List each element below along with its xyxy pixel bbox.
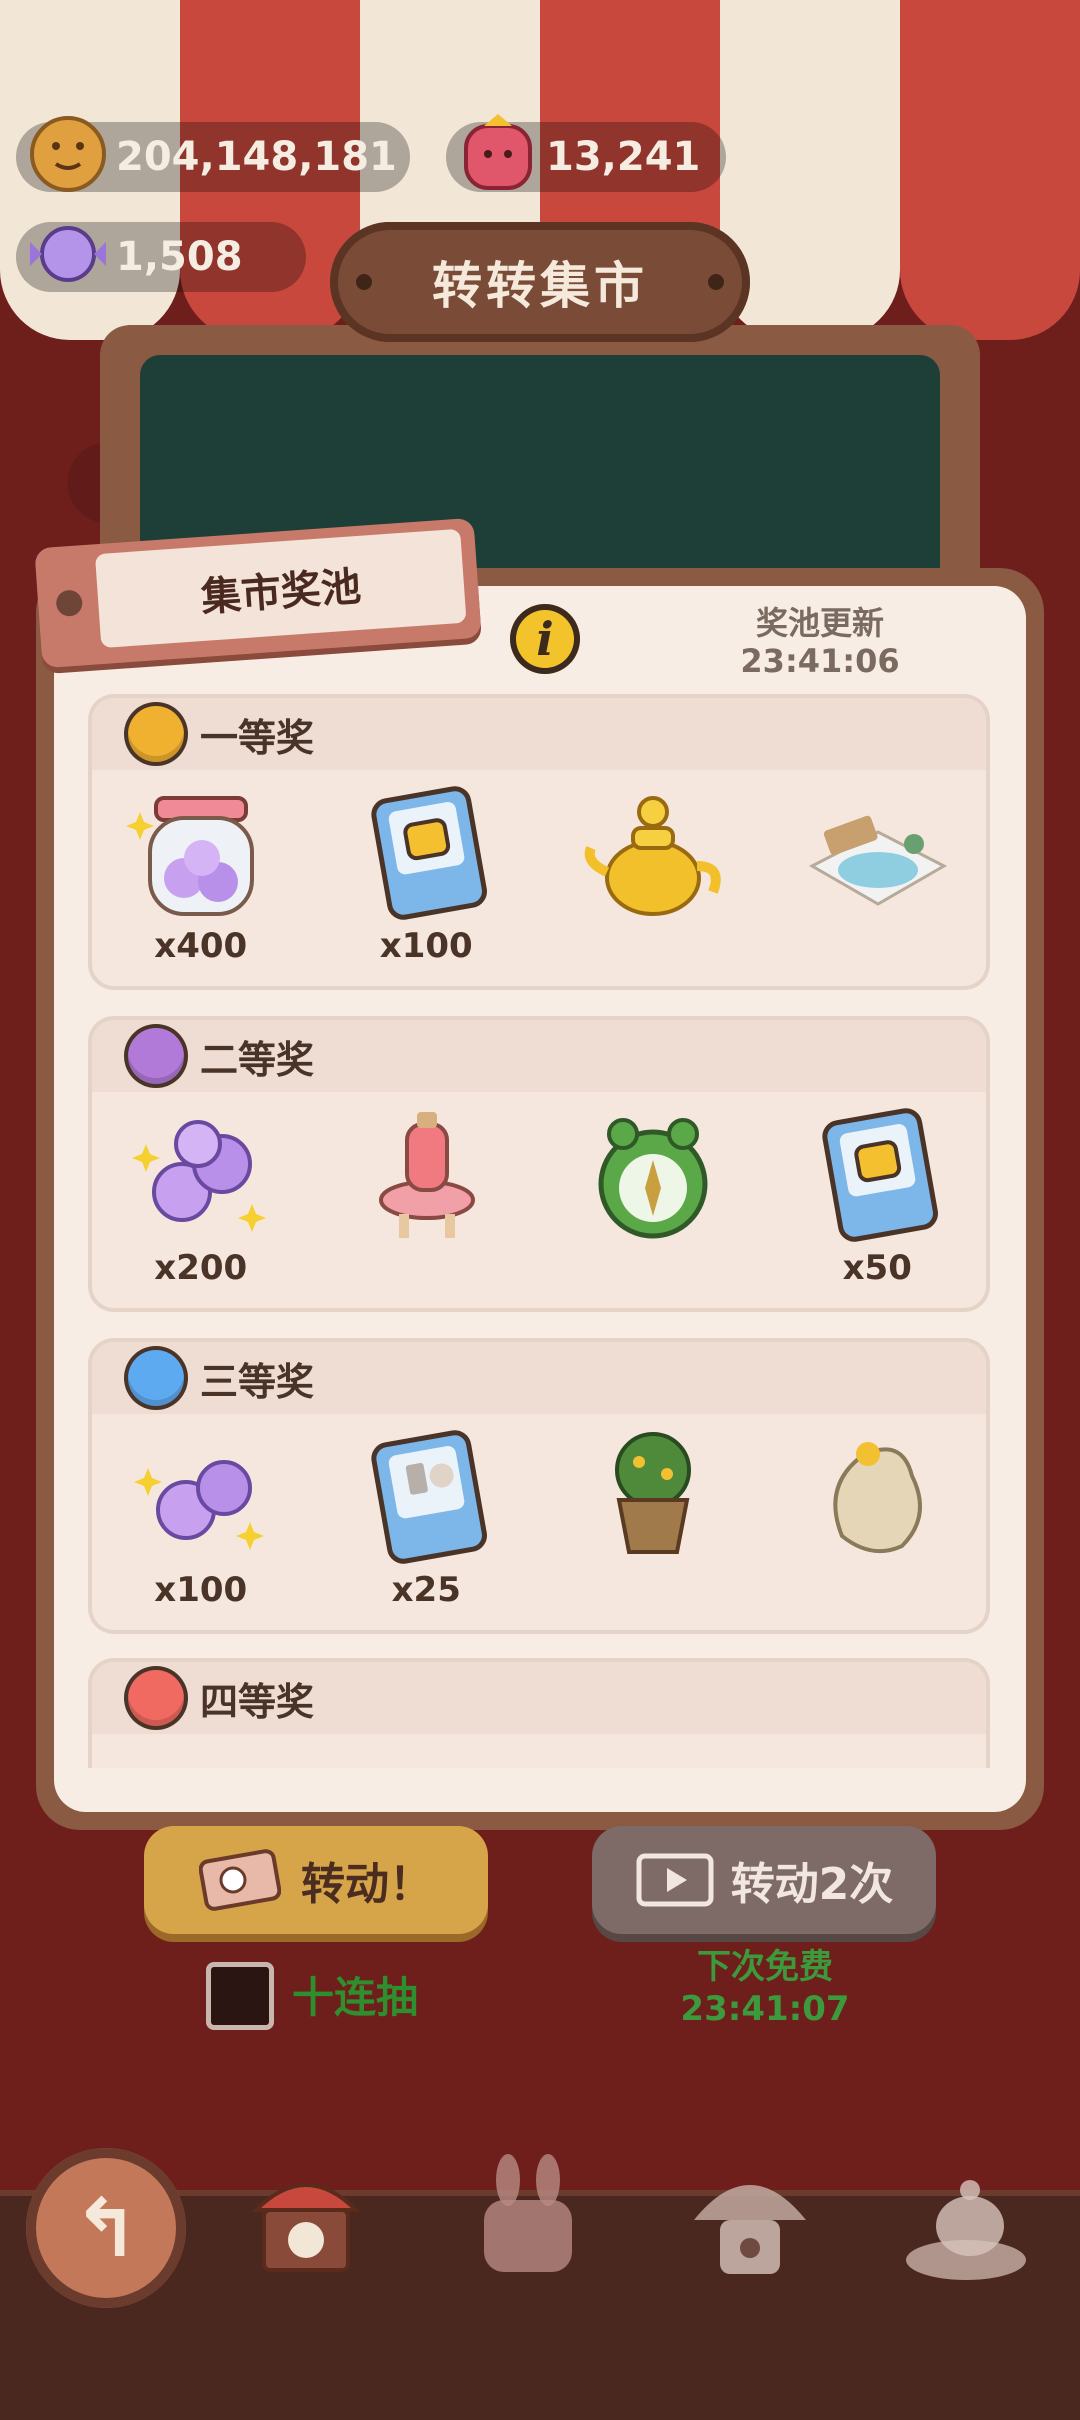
prize-item[interactable] bbox=[765, 782, 991, 982]
tier-name: 四等奖 bbox=[200, 1679, 315, 1724]
prize-quantity: x200 bbox=[154, 1248, 248, 1288]
candy-bundle-icon bbox=[131, 1120, 266, 1232]
spin-label: 转动！ bbox=[301, 1859, 433, 1910]
gem-amount: 13,241 bbox=[546, 134, 701, 180]
pool-refresh: 奖池更新 23:41:06 bbox=[720, 604, 920, 680]
tier-name: 一等奖 bbox=[200, 715, 315, 760]
prize-item[interactable]: x400 bbox=[88, 782, 314, 982]
cookie-currency: 204,148,181 bbox=[16, 116, 410, 192]
gem-currency: 13,241 bbox=[446, 114, 726, 192]
market-title: 转转集市 bbox=[432, 257, 648, 315]
fist-card-icon bbox=[371, 786, 488, 920]
candy-amount: 1,508 bbox=[116, 234, 243, 280]
snow-hotspring-icon bbox=[809, 815, 948, 906]
candy-jar-icon bbox=[125, 796, 254, 916]
prize-item[interactable] bbox=[314, 1104, 540, 1304]
tier-name: 三等奖 bbox=[200, 1359, 315, 1404]
cookie-icon bbox=[30, 116, 106, 192]
ticket-icon bbox=[199, 1849, 281, 1911]
next-free-label: 下次免费 bbox=[697, 1947, 833, 1987]
info-button[interactable]: i bbox=[510, 604, 580, 674]
prize-item[interactable] bbox=[765, 1426, 991, 1626]
spin-button[interactable]: 转动！ bbox=[144, 1826, 488, 1934]
frog-compass-icon bbox=[598, 1118, 708, 1239]
prize-quantity: x400 bbox=[154, 926, 248, 966]
gold-orb-icon bbox=[128, 706, 184, 762]
tea-set-icon[interactable] bbox=[896, 2150, 1036, 2290]
prize-item[interactable] bbox=[539, 1104, 765, 1304]
prize-item[interactable]: x25 bbox=[314, 1426, 540, 1626]
cookie-amount: 204,148,181 bbox=[116, 134, 397, 180]
next-free-time: 23:41:07 bbox=[680, 1989, 850, 2029]
tier-fourth-prize-clip: 四等奖 bbox=[88, 1658, 990, 1768]
tier-third-prize: 三等奖 x100 x25 bbox=[88, 1338, 990, 1634]
video-icon bbox=[636, 1853, 714, 1907]
pool-refresh-label: 奖池更新 bbox=[755, 604, 884, 642]
prize-pool-title: 集市奖池 bbox=[199, 563, 363, 621]
pool-refresh-time: 23:41:06 bbox=[740, 642, 900, 680]
prize-quantity: x50 bbox=[842, 1248, 912, 1288]
prize-item[interactable]: x100 bbox=[314, 782, 540, 982]
fist-card-icon bbox=[822, 1108, 939, 1242]
spin-twice-button[interactable]: 转动2次 bbox=[592, 1826, 936, 1934]
candy-bundle-icon bbox=[133, 1460, 264, 1550]
golden-teapot-icon bbox=[584, 796, 721, 916]
prize-item[interactable]: x200 bbox=[88, 1104, 314, 1304]
tag-hole bbox=[55, 589, 84, 618]
bunny-house-icon[interactable] bbox=[458, 2150, 598, 2290]
prize-item[interactable] bbox=[539, 1426, 765, 1626]
blue-orb-icon bbox=[128, 1350, 184, 1406]
prize-item[interactable]: x50 bbox=[765, 1104, 991, 1304]
prize-item[interactable]: x100 bbox=[88, 1426, 314, 1626]
ten-draw-label: 十连抽 bbox=[292, 1973, 419, 2022]
tier-first-prize: 一等奖 x400 x100 bbox=[88, 694, 990, 990]
prize-quantity: x25 bbox=[391, 1570, 461, 1610]
ghost-creature-icon bbox=[833, 1442, 923, 1554]
prize-item[interactable] bbox=[539, 782, 765, 982]
potion-stand-icon bbox=[379, 1112, 476, 1238]
mushroom-house-icon[interactable] bbox=[680, 2150, 820, 2290]
back-button[interactable]: ↰ bbox=[26, 2148, 186, 2308]
market-title-sign: 转转集市 bbox=[330, 222, 750, 342]
spin-twice-label: 转动2次 bbox=[730, 1859, 894, 1910]
potted-plant-icon bbox=[614, 1432, 691, 1554]
prize-quantity: x100 bbox=[379, 926, 473, 966]
gem-creature-icon bbox=[464, 114, 532, 190]
tier-second-prize: 二等奖 x200 x50 bbox=[88, 1016, 990, 1312]
tool-card-icon bbox=[371, 1430, 488, 1564]
purple-orb-icon bbox=[128, 1028, 184, 1084]
candy-currency: 1,508 bbox=[16, 222, 306, 292]
red-orb-icon bbox=[128, 1670, 184, 1726]
prize-quantity: x100 bbox=[154, 1570, 248, 1610]
tier-name: 二等奖 bbox=[200, 1037, 315, 1082]
candy-icon bbox=[30, 226, 106, 282]
ten-draw-checkbox[interactable] bbox=[206, 1962, 274, 2030]
back-arrow-icon: ↰ bbox=[72, 2181, 140, 2275]
next-free: 下次免费 23:41:07 bbox=[640, 1946, 890, 2030]
tier-fourth-prize: 四等奖 bbox=[88, 1658, 990, 1768]
carousel-icon[interactable] bbox=[236, 2150, 376, 2290]
info-icon: i bbox=[536, 612, 554, 666]
